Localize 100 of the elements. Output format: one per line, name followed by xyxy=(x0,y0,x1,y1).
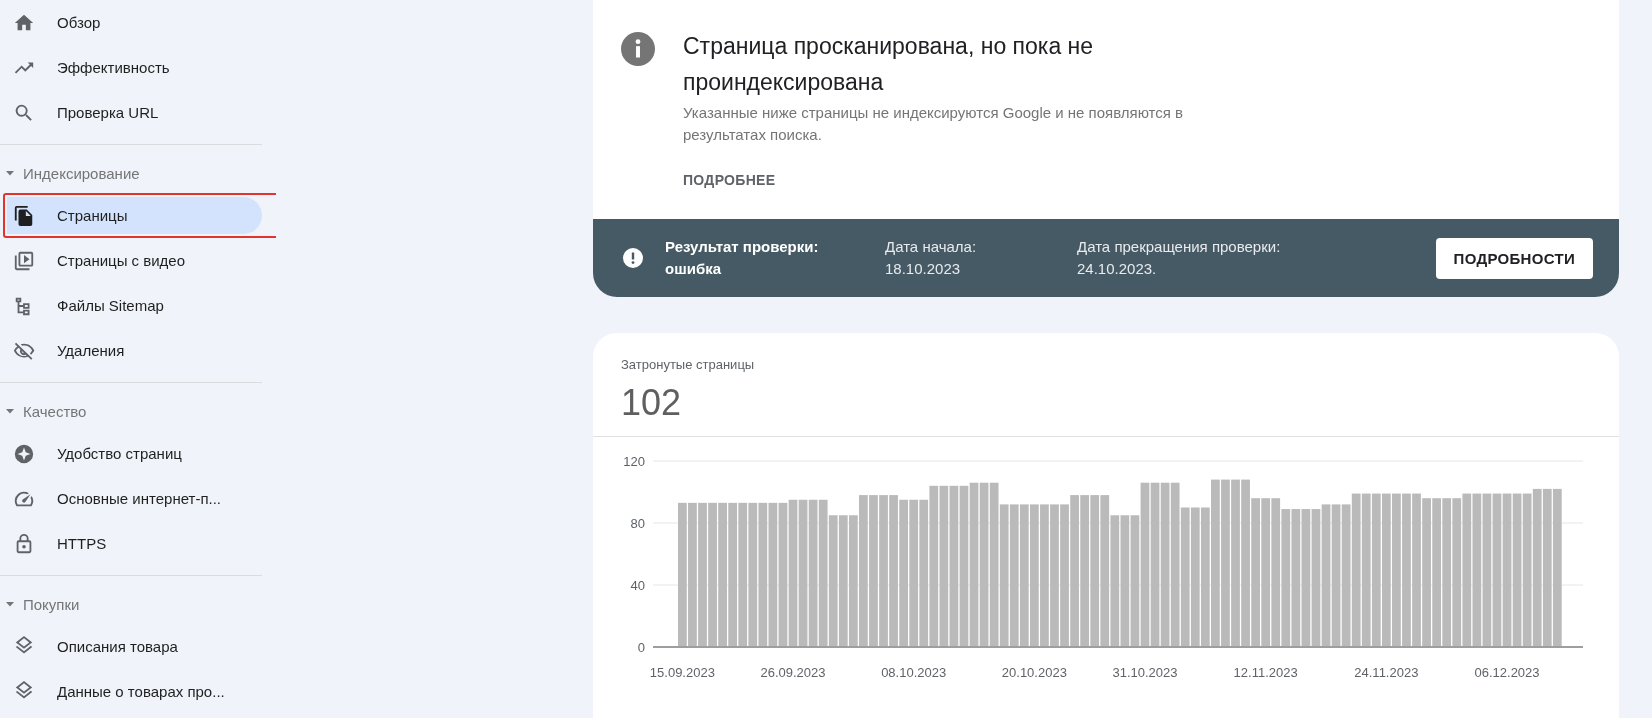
bar[interactable] xyxy=(1090,495,1100,647)
nav-item[interactable]: Эффективность xyxy=(7,49,262,86)
bar[interactable] xyxy=(1261,498,1271,647)
bar[interactable] xyxy=(1532,488,1542,647)
bar[interactable] xyxy=(1351,493,1361,647)
bar[interactable] xyxy=(1009,504,1019,647)
bar[interactable] xyxy=(738,502,748,647)
bar[interactable] xyxy=(768,502,778,647)
bar[interactable] xyxy=(1180,507,1190,647)
bar[interactable] xyxy=(899,499,908,647)
bar[interactable] xyxy=(1019,504,1029,647)
bar[interactable] xyxy=(828,515,838,647)
bar[interactable] xyxy=(1120,515,1130,647)
bar[interactable] xyxy=(1211,479,1220,647)
bar[interactable] xyxy=(1231,479,1240,647)
nav-item[interactable]: Страницы xyxy=(7,197,262,234)
bar[interactable] xyxy=(889,495,898,647)
bar[interactable] xyxy=(1050,504,1059,647)
bar[interactable] xyxy=(859,495,868,647)
bar[interactable] xyxy=(1321,504,1331,647)
bar[interactable] xyxy=(698,502,707,647)
bar[interactable] xyxy=(728,502,738,647)
bar[interactable] xyxy=(818,499,828,647)
bar[interactable] xyxy=(919,499,929,647)
section-header[interactable]: Качество xyxy=(0,391,276,431)
bar[interactable] xyxy=(1512,493,1522,647)
bar[interactable] xyxy=(1110,515,1120,647)
bar[interactable] xyxy=(1341,504,1351,647)
nav-item[interactable]: Данные о товарах про... xyxy=(7,673,262,710)
nav-item[interactable]: Проверка URL xyxy=(7,94,262,131)
section-header[interactable]: Индексирование xyxy=(0,153,276,193)
bar[interactable] xyxy=(1200,507,1210,647)
bar[interactable] xyxy=(1442,498,1452,647)
bar[interactable] xyxy=(879,495,888,647)
bar[interactable] xyxy=(718,502,727,647)
bar[interactable] xyxy=(1080,495,1090,647)
bar[interactable] xyxy=(969,482,979,647)
bar[interactable] xyxy=(1392,493,1401,647)
nav-item[interactable]: Удаления xyxy=(7,332,262,369)
details-button[interactable]: ПОДРОБНОСТИ xyxy=(1435,237,1593,279)
bar[interactable] xyxy=(1281,509,1291,647)
nav-item[interactable]: Удобство страниц xyxy=(7,435,262,472)
bar[interactable] xyxy=(1271,498,1281,647)
bar[interactable] xyxy=(1100,495,1110,647)
bar[interactable] xyxy=(1502,493,1512,647)
bar[interactable] xyxy=(1462,493,1472,647)
nav-item[interactable]: Основные интернет-п... xyxy=(7,480,262,517)
bar[interactable] xyxy=(1552,488,1562,647)
bar[interactable] xyxy=(1542,488,1552,647)
bar[interactable] xyxy=(1522,493,1532,647)
bar[interactable] xyxy=(1251,498,1260,647)
bar[interactable] xyxy=(1301,509,1311,647)
bar[interactable] xyxy=(1221,479,1230,647)
bar[interactable] xyxy=(1040,504,1049,647)
bar[interactable] xyxy=(1371,493,1381,647)
learn-more-link[interactable]: ПОДРОБНЕЕ xyxy=(683,172,776,188)
bar[interactable] xyxy=(989,482,999,647)
bar[interactable] xyxy=(758,502,768,647)
bar[interactable] xyxy=(1492,493,1502,647)
nav-item[interactable]: Описания товара xyxy=(7,628,262,665)
bar[interactable] xyxy=(1140,482,1150,647)
bar[interactable] xyxy=(939,485,949,647)
bar[interactable] xyxy=(959,485,969,647)
bar[interactable] xyxy=(1311,509,1321,647)
nav-item[interactable]: HTTPS xyxy=(7,525,262,562)
bar[interactable] xyxy=(798,499,808,647)
bar[interactable] xyxy=(808,499,818,647)
bar[interactable] xyxy=(949,485,959,647)
bar[interactable] xyxy=(929,485,939,647)
bar[interactable] xyxy=(1150,482,1160,647)
bar[interactable] xyxy=(1412,493,1421,647)
bar[interactable] xyxy=(1452,498,1462,647)
bar[interactable] xyxy=(1291,509,1301,647)
bar[interactable] xyxy=(1160,482,1170,647)
section-header[interactable]: Покупки xyxy=(0,584,276,624)
bar[interactable] xyxy=(1170,482,1180,647)
bar[interactable] xyxy=(708,502,717,647)
bar[interactable] xyxy=(778,502,788,647)
bar[interactable] xyxy=(1331,504,1341,647)
bar[interactable] xyxy=(1070,495,1079,647)
nav-item[interactable]: Файлы Sitemap xyxy=(7,287,262,324)
bar[interactable] xyxy=(1361,493,1371,647)
bar[interactable] xyxy=(1482,493,1492,647)
bar[interactable] xyxy=(1241,479,1250,647)
bar[interactable] xyxy=(1060,504,1069,647)
bar[interactable] xyxy=(1472,493,1482,647)
bar[interactable] xyxy=(1190,507,1200,647)
nav-item[interactable]: Страницы с видео xyxy=(7,242,262,279)
bar[interactable] xyxy=(1432,498,1441,647)
bar[interactable] xyxy=(869,495,878,647)
nav-item[interactable]: Обзор xyxy=(7,4,262,41)
bar[interactable] xyxy=(999,504,1009,647)
bar[interactable] xyxy=(1422,498,1431,647)
bar[interactable] xyxy=(678,502,687,647)
bar[interactable] xyxy=(1030,504,1039,647)
bar[interactable] xyxy=(848,515,858,647)
bar[interactable] xyxy=(688,502,697,647)
bar[interactable] xyxy=(979,482,989,647)
bar[interactable] xyxy=(909,499,919,647)
bar[interactable] xyxy=(748,502,758,647)
